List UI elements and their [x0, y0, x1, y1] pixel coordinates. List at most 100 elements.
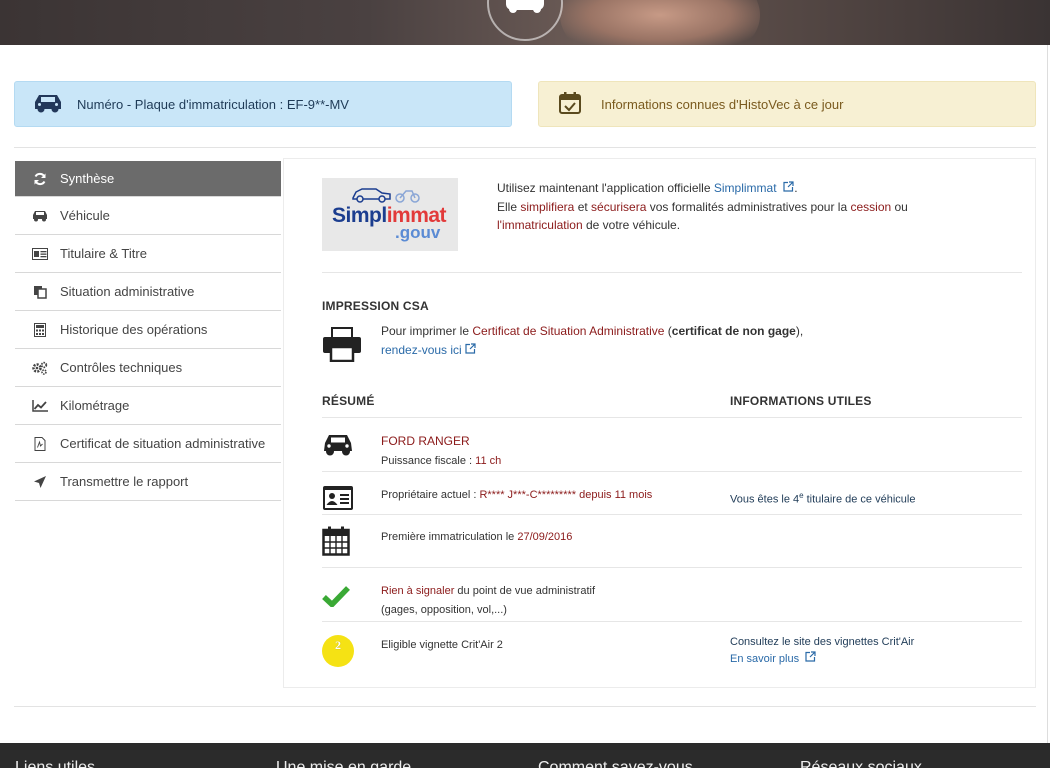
hero-car-icon — [506, 0, 544, 13]
puissance-label: Puissance fiscale : — [381, 455, 476, 467]
send-icon — [31, 475, 49, 489]
owner-rank-text: Vous êtes le 4 — [730, 493, 800, 506]
divider — [322, 567, 1022, 568]
critair-badge-icon: 2 — [322, 635, 354, 667]
histovec-info-banner: Informations connues d'HistoVec à ce jou… — [538, 81, 1036, 127]
sidebar-item-label: Kilométrage — [60, 398, 130, 413]
external-link-icon[interactable] — [465, 343, 476, 357]
critair-site-link[interactable]: Consultez le site des vignettes Crit'Air — [730, 636, 914, 648]
promo-text: ou — [891, 199, 908, 214]
sidebar-item-label: Synthèse — [60, 171, 115, 186]
sidebar-item-controles[interactable]: Contrôles techniques — [15, 349, 281, 387]
simplimmat-logo[interactable]: Simplimmat .gouv — [322, 178, 458, 251]
footer: Liens utiles Une mise en garde Comment s… — [0, 743, 1050, 768]
csa-text: Pour imprimer le Certificat de Situation… — [381, 322, 1001, 360]
car-icon — [33, 92, 63, 117]
car-icon — [31, 209, 49, 223]
divider — [322, 417, 1022, 418]
divider — [14, 147, 1036, 148]
first-registration: Première immatriculation le 27/09/2016 — [381, 528, 572, 547]
promo-text: Elle — [497, 199, 521, 214]
calendar-icon — [322, 526, 350, 559]
first-reg-label: Première immatriculation le — [381, 531, 518, 543]
vehicle-name: FORD RANGER — [381, 434, 470, 448]
sidebar-item-situation[interactable]: Situation administrative — [15, 273, 281, 311]
owner-label: Propriétaire actuel : — [381, 489, 480, 501]
footer-col-mise-en-garde: Une mise en garde — [276, 759, 412, 768]
sidebar-item-synthese[interactable]: Synthèse — [15, 161, 281, 197]
promo-highlight: l'immatriculation — [497, 218, 583, 232]
admin-status: Rien à signaler du point de vue administ… — [381, 582, 595, 620]
promo-highlight: simplifiera — [520, 199, 575, 214]
sidebar-item-label: Transmettre le rapport — [60, 474, 189, 489]
csa-section-title: IMPRESSION CSA — [322, 299, 429, 313]
promo-text: Utilisez maintenant l'application offici… — [497, 181, 714, 195]
hero-banner-image — [0, 0, 1050, 45]
sidebar-item-certificat[interactable]: Certificat de situation administrative — [15, 425, 281, 463]
divider — [14, 706, 1036, 707]
promo-text: et — [574, 199, 592, 214]
sidebar-item-label: Titulaire & Titre — [60, 246, 147, 261]
critair-more-link[interactable]: En savoir plus — [730, 653, 799, 665]
vehicle-info: FORD RANGER Puissance fiscale : 11 ch — [381, 432, 501, 471]
calendar-check-icon — [557, 90, 583, 119]
divider — [322, 514, 1022, 515]
gears-icon — [31, 361, 49, 375]
logo-text: Simpl — [332, 204, 387, 227]
print-icon — [322, 326, 362, 365]
first-reg-value: 27/09/2016 — [517, 531, 573, 543]
csa-text-part: Pour imprimer le — [381, 324, 473, 338]
sidebar-item-label: Situation administrative — [60, 284, 195, 299]
resume-section-title: RÉSUMÉ — [322, 394, 375, 408]
puissance-value: 11 ch — [475, 455, 502, 467]
csa-text-highlight: Certificat de Situation Administrative — [472, 324, 665, 338]
csa-text-part: ), — [795, 324, 804, 338]
divider — [322, 272, 1022, 273]
plate-label: Numéro - Plaque d'immatriculation : EF-9… — [77, 96, 349, 112]
csa-text-part: ( — [664, 324, 672, 338]
critair-info: Consultez le site des vignettes Crit'Air… — [730, 634, 914, 668]
footer-col-comment: Comment savez-vous — [538, 759, 693, 768]
divider — [322, 621, 1022, 622]
sidebar-item-kilometrage[interactable]: Kilométrage — [15, 387, 281, 425]
csa-link[interactable]: rendez-vous ici — [381, 343, 462, 357]
sidebar-item-transmettre[interactable]: Transmettre le rapport — [15, 463, 281, 501]
info-section-title: INFORMATIONS UTILES — [730, 394, 872, 408]
sidebar-item-label: Certificat de situation administrative — [60, 436, 266, 451]
admin-status-text: du point de vue administratif — [454, 585, 596, 597]
promo-text: . — [794, 181, 798, 195]
hero-hand-image — [560, 0, 760, 45]
car-icon — [322, 433, 354, 460]
sidebar-nav: Synthèse Véhicule Titulaire & Titre Situ… — [15, 161, 281, 501]
id-card-icon — [322, 485, 354, 514]
car-moto-icon — [352, 188, 420, 203]
owner-value: R**** J***-C********* depuis 11 mois — [479, 489, 653, 501]
id-card-icon — [31, 247, 49, 261]
csa-text-bold: certificat de non gage — [671, 324, 796, 338]
sidebar-item-historique[interactable]: Historique des opérations — [15, 311, 281, 349]
sidebar-item-titulaire[interactable]: Titulaire & Titre — [15, 235, 281, 273]
admin-status-highlight: Rien à signaler — [381, 585, 455, 597]
sidebar-item-label: Véhicule — [60, 208, 110, 223]
pdf-file-icon — [31, 436, 49, 451]
promo-highlight: cession — [850, 199, 892, 214]
simplimmat-link[interactable]: Simplimmat — [714, 181, 777, 195]
external-link-icon[interactable] — [805, 651, 816, 665]
logo-gouv-text: .gouv — [395, 223, 441, 242]
owner-rank-info: Vous êtes le 4e titulaire de ce véhicule — [730, 486, 915, 510]
footer-col-liens: Liens utiles — [15, 759, 96, 768]
calculator-icon — [31, 322, 49, 337]
plate-info-banner: Numéro - Plaque d'immatriculation : EF-9… — [14, 81, 512, 127]
owner-rank-text: titulaire de ce véhicule — [803, 493, 916, 506]
external-link-icon[interactable] — [783, 181, 794, 195]
admin-status-detail: (gages, opposition, vol,...) — [381, 604, 507, 616]
promo-highlight: sécurisera — [591, 199, 647, 214]
promo-text: de votre véhicule. — [582, 218, 681, 232]
check-icon — [322, 585, 350, 610]
sidebar-item-vehicule[interactable]: Véhicule — [15, 197, 281, 235]
footer-col-reseaux: Réseaux sociaux — [800, 759, 922, 768]
critair-badge-number: 2 — [335, 638, 341, 652]
divider — [322, 471, 1022, 472]
simplimmat-promo-text: Utilisez maintenant l'application offici… — [497, 179, 967, 235]
refresh-icon — [31, 172, 49, 186]
